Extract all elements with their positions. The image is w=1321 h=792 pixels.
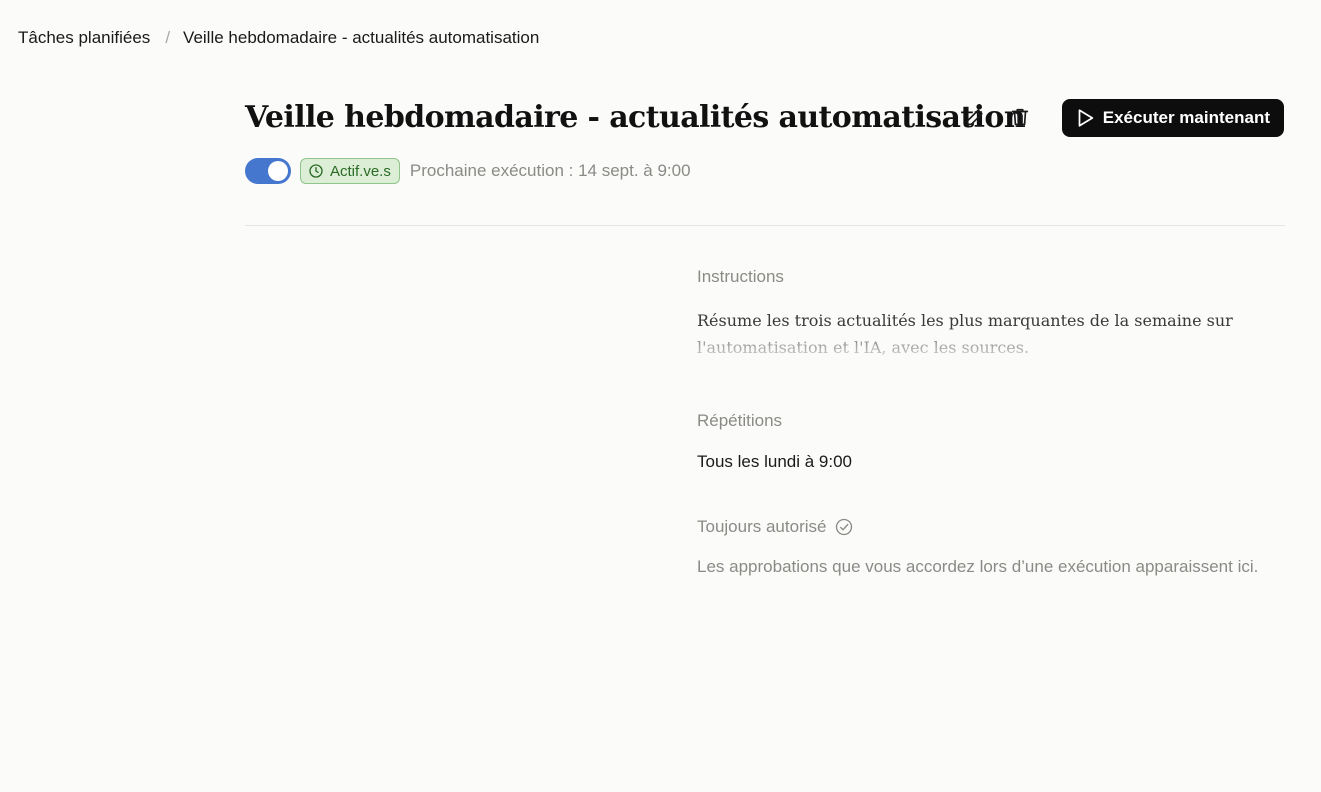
- clock-icon: [309, 164, 323, 178]
- trash-icon: [1011, 108, 1029, 126]
- play-icon: [1078, 109, 1093, 127]
- check-circle-icon: [836, 518, 853, 536]
- next-run-text: Prochaine exécution : 14 sept. à 9:00: [409, 161, 691, 180]
- repetitions-label: Répétitions: [697, 411, 783, 430]
- always-allowed-text: Les approbations que vous accordez lors …: [697, 557, 1259, 576]
- active-toggle[interactable]: [245, 158, 291, 184]
- task-details: Instructions Résume les trois actualités…: [697, 266, 1287, 579]
- run-now-button[interactable]: Exécuter maintenant: [1061, 99, 1284, 137]
- toggle-knob: [268, 161, 288, 181]
- repetitions-value: Tous les lundi à 9:00: [697, 452, 852, 471]
- scheduled-task-page: Tâches planifiées / Veille hebdomadaire …: [0, 0, 1321, 792]
- breadcrumb-current: Veille hebdomadaire - actualités automat…: [183, 28, 540, 47]
- instructions-text[interactable]: Résume les trois actualités les plus mar…: [697, 307, 1287, 365]
- breadcrumb: Tâches planifiées / Veille hebdomadaire …: [18, 27, 539, 49]
- pencil-icon: [966, 109, 983, 126]
- header-divider: [245, 225, 1285, 226]
- status-badge-label: Actif.ve.s: [330, 162, 391, 180]
- instructions-label: Instructions: [697, 267, 784, 286]
- instructions-content: Résume les trois actualités les plus mar…: [697, 311, 1233, 357]
- page-title: Veille hebdomadaire - actualités automat…: [245, 100, 1026, 135]
- always-allowed-header: Toujours autorisé: [697, 516, 1287, 538]
- breadcrumb-parent-link[interactable]: Tâches planifiées: [18, 27, 150, 49]
- status-row: Actif.ve.s Prochaine exécution : 14 sept…: [245, 157, 691, 185]
- run-now-label: Exécuter maintenant: [1102, 108, 1270, 127]
- edit-button[interactable]: [963, 105, 987, 129]
- always-allowed-label: Toujours autorisé: [697, 517, 827, 536]
- breadcrumb-separator: /: [165, 28, 171, 47]
- delete-button[interactable]: [1008, 105, 1032, 129]
- status-badge: Actif.ve.s: [300, 158, 400, 184]
- task-header: Veille hebdomadaire - actualités automat…: [245, 96, 1284, 140]
